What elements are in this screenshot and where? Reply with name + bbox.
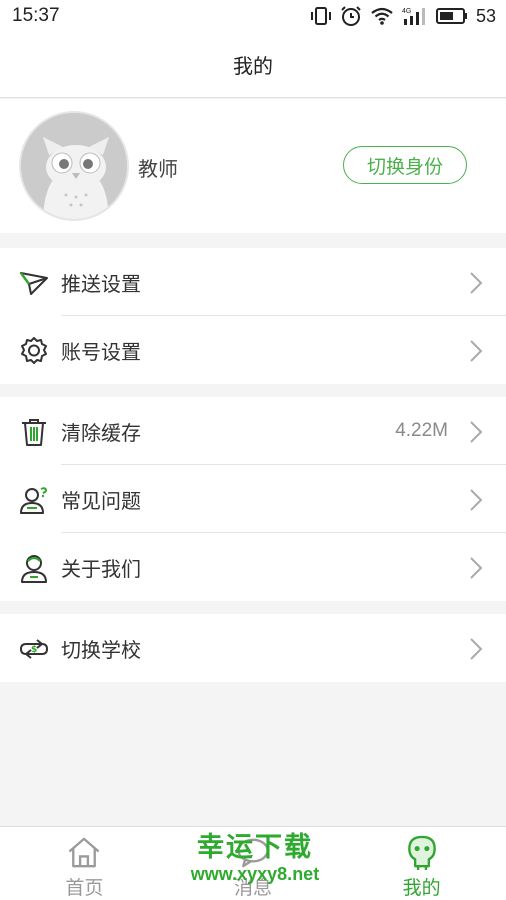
- settings-group-2: 清除缓存 4.22M 常见问题 关于我们: [0, 397, 506, 601]
- chevron-right-icon: [470, 340, 483, 362]
- chevron-right-icon: [470, 489, 483, 511]
- wifi-icon: [371, 7, 393, 25]
- menu-item-label: 常见问题: [61, 488, 141, 513]
- menu-item-label: 清除缓存: [61, 420, 141, 445]
- cache-size-value: 4.22M: [395, 420, 448, 441]
- menu-item-label: 关于我们: [61, 556, 141, 581]
- nav-bar: 我的: [0, 32, 506, 98]
- tab-home[interactable]: 首页: [0, 827, 169, 900]
- svg-text:$: $: [31, 645, 37, 655]
- menu-item-label: 切换学校: [61, 637, 141, 662]
- avatar[interactable]: [19, 111, 129, 221]
- user-role: 教师: [138, 157, 178, 181]
- mine-icon: [407, 835, 436, 871]
- switch-identity-button[interactable]: 切换身份: [343, 146, 467, 184]
- menu-item-label: 推送设置: [61, 271, 141, 296]
- battery-level: 53: [475, 5, 496, 26]
- settings-group-3: $ 切换学校: [0, 614, 506, 682]
- menu-item-about-us[interactable]: 关于我们: [0, 533, 506, 601]
- signal-icon: 4G: [402, 8, 425, 25]
- status-time: 15:37: [12, 5, 60, 26]
- chevron-right-icon: [470, 638, 483, 660]
- settings-group-1: 推送设置 账号设置: [0, 248, 506, 384]
- question-person-icon: [20, 487, 48, 514]
- profile-section: 教师 切换身份: [0, 99, 506, 233]
- tab-label: 消息: [234, 877, 273, 899]
- message-icon: [237, 838, 269, 868]
- menu-item-clear-cache[interactable]: 清除缓存 4.22M: [0, 397, 506, 465]
- tab-messages[interactable]: 消息: [169, 827, 338, 900]
- paper-plane-icon: [20, 272, 48, 295]
- vibrate-icon: [310, 7, 331, 25]
- battery-icon: [435, 8, 467, 24]
- menu-item-switch-school[interactable]: $ 切换学校: [0, 614, 506, 682]
- page-title: 我的: [233, 54, 273, 78]
- menu-item-label: 账号设置: [61, 339, 141, 364]
- trash-icon: [22, 419, 46, 446]
- alarm-icon: [341, 6, 361, 26]
- chevron-right-icon: [470, 557, 483, 579]
- chevron-right-icon: [470, 421, 483, 443]
- status-icons: 4G 53: [310, 5, 496, 27]
- tab-mine[interactable]: 我的: [337, 827, 506, 900]
- menu-item-push-settings[interactable]: 推送设置: [0, 248, 506, 316]
- menu-item-account-settings[interactable]: 账号设置: [0, 316, 506, 384]
- gear-icon: [21, 337, 47, 364]
- owl-avatar-icon: [21, 113, 127, 219]
- person-icon: [21, 555, 47, 583]
- chevron-right-icon: [470, 272, 483, 294]
- tab-label: 我的: [402, 877, 441, 899]
- switch-arrows-icon: $: [19, 639, 49, 659]
- menu-item-faq[interactable]: 常见问题: [0, 465, 506, 533]
- home-icon: [68, 837, 100, 868]
- network-type: 4G: [402, 8, 411, 15]
- status-bar: 15:37 4G 53: [0, 0, 506, 32]
- tab-label: 首页: [65, 877, 104, 899]
- tab-bar: 首页 消息 我的: [0, 826, 506, 900]
